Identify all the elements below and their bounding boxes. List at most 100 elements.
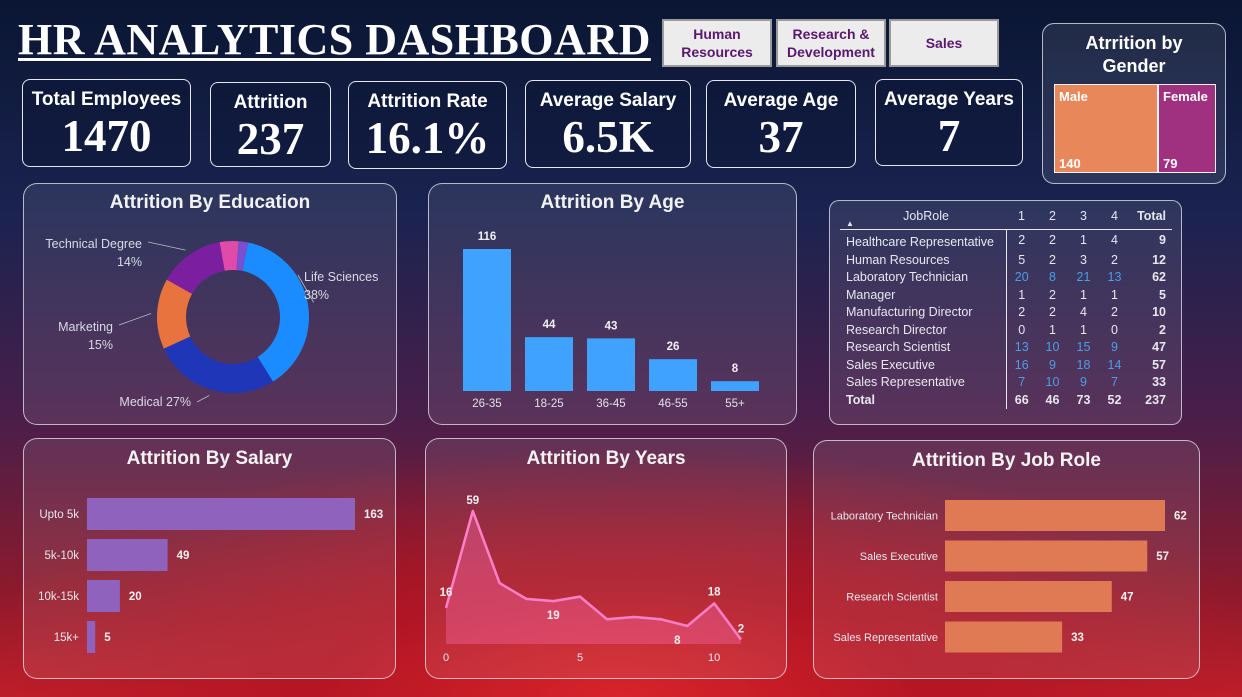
age-tick-label: 36-45 [596,398,625,410]
age-card: Attrition By Age 116 26-35 44 18-25 43 36-45 2… [428,183,797,425]
jobrole-tick-label: Sales Executive [860,551,938,563]
kpi-label: Attrition [233,92,308,113]
kpi-value: 37 [758,112,804,162]
matrix-header-row: JobRole ▲ 1 2 3 4 Total [840,209,1172,230]
matrix-cell: 14 [1107,357,1122,372]
education-data-label: 14% [117,255,142,269]
matrix-total-cell: 73 [1076,392,1091,407]
table-row[interactable]: Laboratory Technician 20 8 21 13 62 [840,269,1172,287]
matrix-row-total: 12 [1152,252,1166,267]
table-row[interactable]: Manager 1 2 1 1 5 [840,286,1172,304]
matrix-cell: 1 [1080,233,1087,247]
matrix-cell: 15 [1076,340,1091,354]
age-bar [711,381,759,391]
jobrole-matrix-card: JobRole ▲ 1 2 3 4 Total Healthcare Repre… [829,200,1182,425]
kpi-attrition: Attrition 237 [210,82,331,167]
matrix-cell: 13 [1014,340,1029,354]
matrix-cell: 1 [1080,287,1087,302]
years-tick-label: 0 [443,652,449,664]
matrix-header-c2: 2 [1037,209,1068,230]
table-row[interactable]: Human Resources 5 2 3 2 12 [840,251,1172,269]
kpi-value: 16.1% [365,113,490,163]
matrix-cell: 3 [1080,252,1087,267]
salary-bar [87,498,355,530]
education-data-label: 38% [304,288,329,302]
age-bar [587,338,635,391]
age-data-label: 44 [543,319,556,331]
salary-bar [87,539,168,571]
matrix-row-total: 10 [1152,305,1166,319]
age-tick-label: 46-55 [658,398,687,410]
matrix-cell: 10 [1045,340,1060,354]
filter-sales-button[interactable]: Sales [889,19,999,67]
matrix-role: Sales Representative [840,374,1007,392]
age-data-label: 43 [605,320,618,332]
education-card: Attrition By Education Life Sciences 38% M… [23,183,397,425]
table-row[interactable]: Sales Representative 7 10 9 7 33 [840,374,1172,392]
kpi-label: Average Years [884,89,1014,110]
salary-data-label: 5 [104,632,111,644]
age-bar [649,359,697,391]
table-row[interactable]: Research Director 0 1 1 0 2 [840,321,1172,339]
jobrole-tick-label: Research Scientist [846,592,938,604]
matrix-total-cell: 46 [1045,392,1060,407]
kpi-average-salary: Average Salary 6.5K [525,80,691,168]
education-donut-chart: Life Sciences 38% Medical 27% Marketing 15% T… [45,237,378,409]
education-slice-medical [163,336,273,393]
salary-bar-chart: Upto 5k 163 5k-10k 49 10k-15k 20 15k+ 5 [38,498,383,653]
gender-female-tile[interactable]: Female 79 [1158,84,1216,173]
education-data-label: Technical Degree [45,237,142,251]
salary-data-label: 49 [177,550,190,562]
salary-bar [87,580,120,612]
salary-card: Attrition By Salary Upto 5k 163 5k-10k 49 10… [23,438,396,679]
matrix-cell: 2 [1018,305,1026,319]
table-row[interactable]: Sales Executive 16 9 18 14 57 [840,356,1172,374]
years-data-label: 8 [674,635,681,647]
jobrole-data-label: 57 [1156,551,1169,563]
gender-male-tile[interactable]: Male 140 [1054,84,1158,173]
salary-data-label: 163 [364,509,383,521]
matrix-cell: 9 [1049,357,1056,372]
matrix-cell: 13 [1107,270,1122,284]
education-data-label: Life Sciences [304,270,378,284]
filter-human-resources-button[interactable]: Human Resources [662,19,772,67]
matrix-cell: 2 [1049,233,1056,247]
table-row[interactable]: Healthcare Representative 2 2 1 4 9 [840,229,1172,252]
matrix-cell: 18 [1076,357,1091,372]
kpi-average-age: Average Age 37 [706,80,856,168]
kpi-value: 1470 [61,111,152,161]
kpi-attrition-rate: Attrition Rate 16.1% [348,81,507,169]
salary-tick-label: 10k-15k [38,591,79,603]
dashboard-title: HR ANALYTICS DASHBOARD [18,15,651,64]
jobrole-bar [945,621,1063,653]
matrix-cell: 2 [1111,305,1118,319]
matrix-role: Manager [840,286,1007,304]
salary-data-label: 20 [129,591,142,603]
sort-asc-icon[interactable]: ▲ [846,219,854,228]
matrix-total-cell: 52 [1107,392,1122,407]
matrix-row-total: 62 [1152,270,1166,284]
table-row[interactable]: Manufacturing Director 2 2 4 2 10 [840,304,1172,322]
years-area-chart: 16 59 19 8 18 2 0 5 10 [440,495,745,664]
matrix-cell: 2 [1111,252,1118,267]
jobrole-bar-chart: Laboratory Technician 62 Sales Executive 57… [831,500,1187,653]
matrix-cell: 20 [1014,270,1029,284]
age-tick-label: 55+ [725,398,745,410]
jobrole-card: Attrition By Job Role Laboratory Technic… [813,440,1200,679]
years-data-label: 2 [738,623,744,635]
kpi-total-employees: Total Employees 1470 [22,79,191,167]
table-row[interactable]: Research Scientist 13 10 15 9 47 [840,339,1172,357]
years-area-fill [446,511,741,644]
matrix-header-c1: 1 [1006,209,1037,230]
filter-research-development-button[interactable]: Research & Development [776,19,886,67]
kpi-value: 7 [937,111,961,161]
matrix-cell: 2 [1049,305,1056,319]
matrix-header-total: Total [1130,209,1172,230]
matrix-cell: 8 [1049,270,1056,284]
matrix-cell: 9 [1080,375,1087,389]
matrix-cell: 2 [1049,252,1056,267]
matrix-header-jobrole[interactable]: JobRole ▲ [840,209,1006,230]
salary-tick-label: 15k+ [54,632,80,644]
matrix-grand-total: 237 [1145,392,1166,407]
age-bar [463,249,511,391]
